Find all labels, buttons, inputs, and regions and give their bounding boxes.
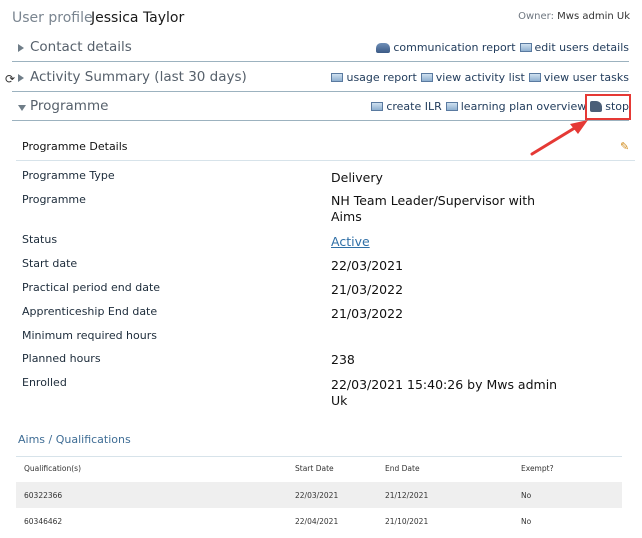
window-icon [445, 102, 458, 111]
section-title[interactable]: Activity Summary (last 30 days) [30, 69, 247, 85]
field-value: Delivery [331, 170, 383, 185]
field-label: Status [22, 233, 58, 246]
expand-arrow-icon[interactable] [18, 74, 24, 82]
field-value: 238 [331, 352, 355, 367]
cell-exempt: No [521, 491, 532, 500]
view-user-tasks-link[interactable]: view user tasks [528, 71, 629, 84]
field-value: 21/03/2022 [331, 306, 404, 321]
column-header: Exempt? [521, 464, 554, 473]
link-label[interactable]: usage report [346, 71, 416, 84]
link-label[interactable]: communication report [393, 41, 515, 54]
window-icon [331, 73, 344, 82]
edit-pencil-icon[interactable]: ✎ [620, 140, 629, 153]
aims-qualifications-heading: Aims / Qualifications [18, 433, 131, 446]
owner-value: Mws admin Uk [557, 11, 630, 22]
field-label: Programme [22, 193, 86, 206]
section-links: usage report view activity list view use… [331, 71, 629, 84]
collapse-arrow-icon[interactable] [18, 105, 26, 111]
window-icon [371, 102, 384, 111]
link-label[interactable]: view activity list [436, 71, 525, 84]
view-activity-list-link[interactable]: view activity list [420, 71, 525, 84]
communication-report-link[interactable]: communication report [376, 41, 516, 54]
link-label[interactable]: view user tasks [544, 71, 629, 84]
window-icon [519, 43, 532, 52]
field-value: NH Team Leader/Supervisor with Aims [331, 193, 536, 224]
cell-start-date: 22/03/2021 [295, 491, 339, 500]
expand-arrow-icon[interactable] [18, 44, 24, 52]
cell-end-date: 21/10/2021 [385, 517, 429, 526]
owner-label: Owner: [518, 11, 554, 22]
annotation-arrow [530, 120, 588, 156]
status-link[interactable]: Active [331, 234, 561, 250]
field-label: Start date [22, 257, 78, 270]
edit-users-details-link[interactable]: edit users details [519, 41, 629, 54]
cell-qualification: 60322366 [24, 491, 63, 500]
cell-exempt: No [521, 517, 532, 526]
table-row[interactable]: 60322366 22/03/2021 21/12/2021 No [16, 482, 622, 508]
field-value: 22/03/2021 15:40:26 by Mws admin Uk [331, 377, 558, 408]
divider [16, 160, 635, 161]
field-value: 22/03/2021 [331, 258, 404, 273]
field-label: Planned hours [22, 352, 101, 365]
link-label[interactable]: create ILR [386, 100, 441, 113]
section-activity-summary[interactable]: Activity Summary (last 30 days) usage re… [12, 67, 629, 92]
column-header: End Date [385, 464, 420, 473]
page-title-label: User profile [12, 10, 93, 26]
field-label: Minimum required hours [22, 329, 157, 342]
cell-start-date: 22/04/2021 [295, 517, 339, 526]
field-label: Practical period end date [22, 281, 161, 294]
table-row[interactable]: 60346462 22/04/2021 21/10/2021 No [16, 508, 622, 534]
cell-qualification: 60346462 [24, 517, 63, 526]
owner-info: Owner: Mws admin Uk [518, 11, 630, 22]
window-icon [528, 73, 541, 82]
user-name: Jessica Taylor [91, 10, 185, 26]
programme-details-heading: Programme Details [22, 140, 128, 153]
field-label: Programme Type [22, 169, 115, 182]
usage-report-link[interactable]: usage report [331, 71, 417, 84]
table-header: Qualification(s) Start Date End Date Exe… [16, 456, 622, 484]
section-title[interactable]: Programme [30, 98, 108, 114]
column-header: Qualification(s) [24, 464, 81, 473]
section-title[interactable]: Contact details [30, 39, 132, 55]
section-links: communication report edit users details [376, 41, 629, 54]
field-value: 21/03/2022 [331, 282, 404, 297]
create-ilr-link[interactable]: create ILR [371, 100, 442, 113]
cell-end-date: 21/12/2021 [385, 491, 429, 500]
column-header: Start Date [295, 464, 334, 473]
field-label: Enrolled [22, 376, 67, 389]
field-label: Apprenticeship End date [22, 305, 158, 318]
people-icon [376, 42, 391, 53]
window-icon [420, 73, 433, 82]
section-contact-details[interactable]: Contact details communication report edi… [12, 37, 629, 62]
link-label[interactable]: edit users details [535, 41, 629, 54]
